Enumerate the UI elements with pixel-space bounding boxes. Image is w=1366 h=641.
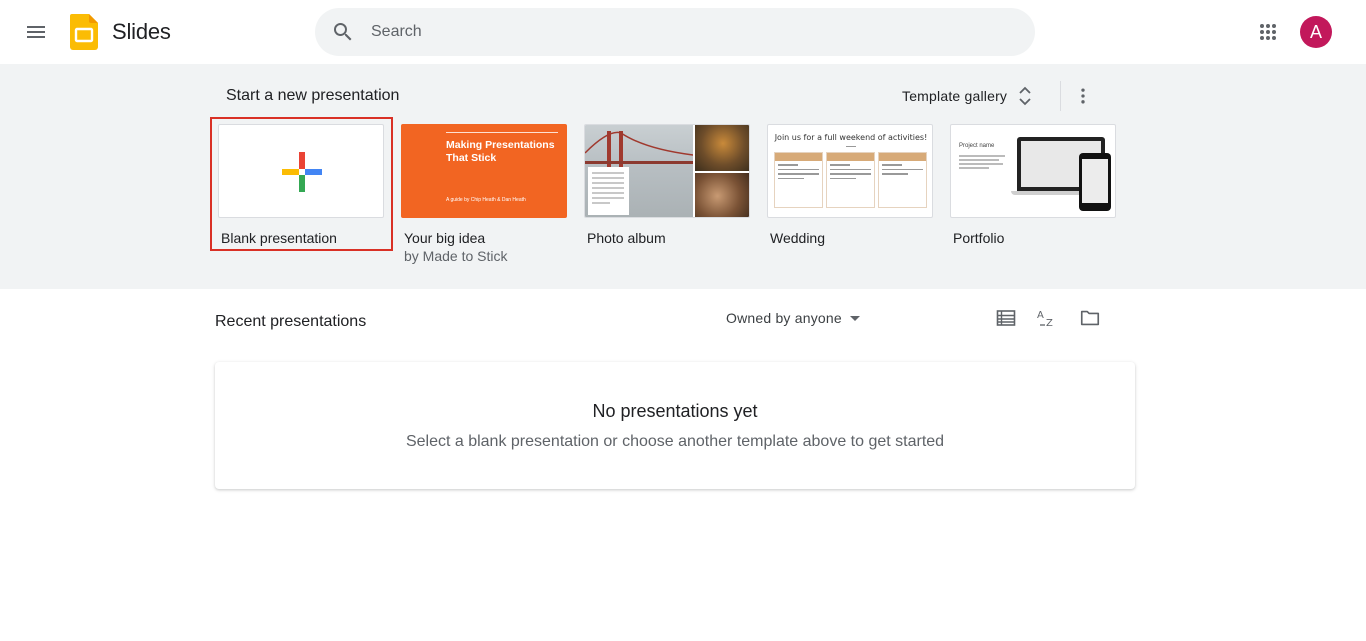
portfolio-thumbnail[interactable]: Project name	[950, 124, 1116, 218]
empty-state-title: No presentations yet	[592, 401, 758, 421]
search-icon[interactable]	[331, 20, 355, 44]
recent-section-title: Recent presentations	[215, 313, 367, 330]
slides-logo-icon[interactable]	[70, 14, 98, 50]
list-view-button[interactable]	[988, 300, 1024, 336]
hamburger-menu-icon	[27, 26, 45, 38]
thumb-text-line	[959, 159, 999, 161]
empty-state-subtitle: Select a blank presentation or choose an…	[405, 433, 945, 450]
account-avatar[interactable]: A	[1300, 16, 1332, 48]
schedule-column	[878, 152, 927, 208]
template-more-options-button[interactable]	[1066, 79, 1100, 113]
thumb-rule	[446, 132, 558, 133]
thumb-title: Join us for a full weekend of activities…	[774, 133, 928, 142]
template-gallery-button[interactable]: Template gallery	[894, 79, 1041, 113]
thumb-text-line	[959, 167, 989, 169]
thumb-title: Making Presentations That Stick	[446, 139, 555, 164]
folder-icon	[1080, 310, 1100, 326]
template-wedding[interactable]: Join us for a full weekend of activities…	[767, 124, 933, 247]
template-portfolio[interactable]: Project name Portfolio	[950, 124, 1116, 247]
template-name: Blank presentation	[221, 230, 337, 246]
leaf-photo	[695, 125, 749, 171]
svg-text:A: A	[1037, 310, 1044, 321]
sort-az-icon: A Z	[1037, 310, 1053, 329]
sort-button[interactable]: A Z	[1029, 300, 1065, 336]
schedule-column	[774, 152, 823, 208]
thumb-text-line	[959, 163, 1003, 165]
template-name: Portfolio	[953, 230, 1005, 246]
top-bar: Slides A	[0, 0, 1366, 64]
template-blank-presentation[interactable]: Blank presentation	[218, 124, 384, 247]
search-bar[interactable]	[315, 8, 1035, 56]
owner-filter-dropdown[interactable]: Owned by anyone	[718, 304, 868, 332]
template-name: Photo album	[587, 230, 666, 246]
thumb-title: Project name	[959, 143, 995, 149]
schedule-column	[826, 152, 875, 208]
thumb-text-line	[959, 155, 1005, 157]
template-name: Wedding	[770, 230, 826, 246]
more-vert-icon	[1081, 88, 1085, 104]
your-big-idea-thumbnail[interactable]: Making Presentations That Stick A guide …	[401, 124, 567, 218]
table-photo	[695, 173, 749, 217]
list-view-icon	[996, 310, 1016, 326]
app-name[interactable]: Slides	[112, 19, 171, 45]
template-band: Start a new presentation Template galler…	[0, 64, 1366, 289]
colorful-plus-icon	[282, 152, 322, 192]
band-divider	[1060, 81, 1061, 111]
svg-text:Z: Z	[1046, 318, 1053, 329]
wedding-thumbnail[interactable]: Join us for a full weekend of activities…	[767, 124, 933, 218]
thumb-subtitle: A guide by Chip Heath & Dan Heath	[446, 197, 526, 203]
photo-caption-card	[588, 167, 629, 215]
empty-state-card: No presentations yet Select a blank pres…	[215, 362, 1135, 489]
thumb-rule	[846, 146, 856, 147]
open-file-picker-button[interactable]	[1072, 300, 1108, 336]
template-section-title: Start a new presentation	[226, 87, 400, 104]
template-name: Your big idea	[404, 230, 486, 246]
template-your-big-idea[interactable]: Making Presentations That Stick A guide …	[401, 124, 567, 265]
caret-down-icon	[849, 315, 860, 321]
search-input[interactable]	[371, 8, 1011, 56]
template-subtitle: by Made to Stick	[404, 248, 508, 264]
unfold-icon	[1019, 86, 1031, 106]
template-gallery-label: Template gallery	[902, 88, 1008, 104]
photo-album-thumbnail[interactable]	[584, 124, 750, 218]
blank-thumbnail[interactable]	[218, 124, 384, 218]
google-apps-button[interactable]	[1248, 12, 1288, 52]
owner-filter-label: Owned by anyone	[726, 310, 842, 326]
phone-mockup	[1079, 153, 1111, 211]
template-photo-album[interactable]: Photo album	[584, 124, 750, 247]
apps-grid-icon	[1260, 24, 1276, 40]
main-menu-button[interactable]	[16, 12, 56, 52]
